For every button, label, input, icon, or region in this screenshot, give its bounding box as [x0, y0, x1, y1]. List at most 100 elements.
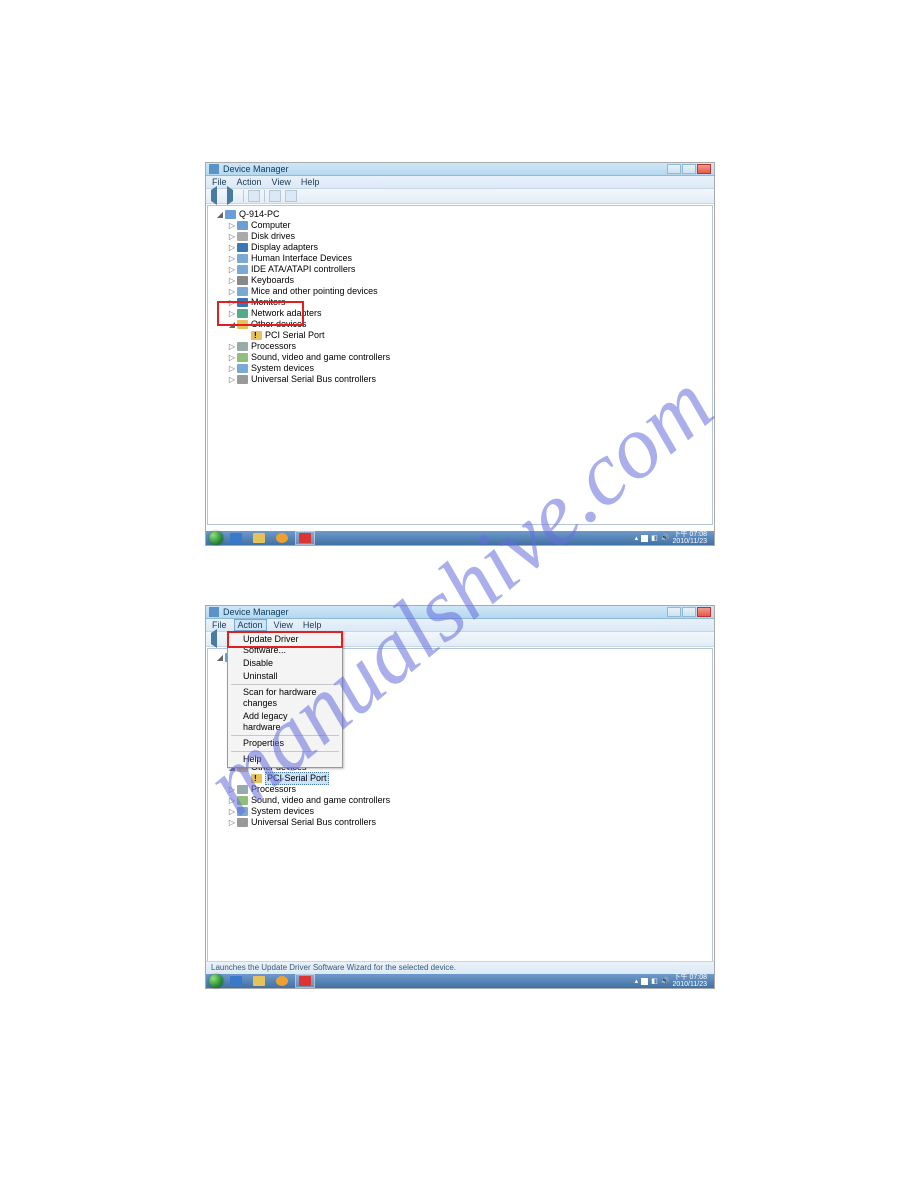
taskbar-ie-icon[interactable] [226, 974, 246, 988]
tree-item-monitors[interactable]: ▷Monitors [214, 297, 706, 308]
tree-item-keyboards[interactable]: ▷Keyboards [214, 275, 706, 286]
tree-item-system[interactable]: ▷System devices [214, 363, 706, 374]
tree-item-sound[interactable]: ▷Sound, video and game controllers [214, 352, 706, 363]
toolbar [206, 189, 714, 204]
taskbar-app-icon[interactable] [295, 974, 315, 988]
computer-icon [225, 210, 236, 219]
hid-icon [237, 254, 248, 263]
window-title: Device Manager [223, 164, 289, 174]
network-icon [237, 309, 248, 318]
tree-item-sound[interactable]: ▷Sound, video and game controllers [214, 795, 706, 806]
volume-tray-icon[interactable]: 🔊 [661, 977, 670, 985]
device-tree[interactable]: ◢Q-914-PC ▷Computer ▷Disk drives ▷Displa… [207, 205, 713, 525]
taskbar-media-icon[interactable] [272, 531, 292, 545]
processor-icon [237, 785, 248, 794]
menu-item-uninstall[interactable]: Uninstall [229, 670, 341, 683]
action-menu-dropdown: Update Driver Software... Disable Uninst… [227, 631, 343, 768]
toolbar-icon[interactable] [248, 190, 260, 202]
taskbar-explorer-icon[interactable] [249, 974, 269, 988]
menu-view[interactable]: View [272, 177, 291, 187]
tree-item-processors[interactable]: ▷Processors [214, 341, 706, 352]
menu-bar: File Action View Help [206, 176, 714, 189]
tree-item-usb[interactable]: ▷Universal Serial Bus controllers [214, 817, 706, 828]
screenshot-device-manager-2: Device Manager File Action View Help Upd… [205, 605, 715, 989]
back-button[interactable] [211, 190, 223, 202]
close-button[interactable] [697, 607, 711, 617]
network-tray-icon[interactable]: ◧ [651, 534, 658, 542]
toolbar-icon[interactable] [269, 190, 281, 202]
start-button[interactable] [209, 974, 223, 988]
action-center-icon[interactable] [641, 978, 648, 985]
usb-icon [237, 375, 248, 384]
mouse-icon [237, 287, 248, 296]
menu-separator [231, 684, 339, 685]
menu-view[interactable]: View [274, 620, 293, 630]
tray-show-hidden-icon[interactable]: ▴ [635, 977, 639, 985]
taskbar-explorer-icon[interactable] [249, 531, 269, 545]
network-tray-icon[interactable]: ◧ [651, 977, 658, 985]
maximize-button[interactable] [682, 607, 696, 617]
menu-help[interactable]: Help [301, 177, 320, 187]
back-button[interactable] [211, 633, 223, 645]
toolbar-separator [264, 190, 265, 202]
tree-item-disk[interactable]: ▷Disk drives [214, 231, 706, 242]
clock[interactable]: 下午 07:08 2010/11/23 [672, 531, 707, 545]
window-title: Device Manager [223, 607, 289, 617]
system-icon [237, 364, 248, 373]
volume-tray-icon[interactable]: 🔊 [661, 534, 670, 542]
tree-item-processors[interactable]: ▷Processors [214, 784, 706, 795]
tree-item-hid[interactable]: ▷Human Interface Devices [214, 253, 706, 264]
tree-item-other[interactable]: ◢Other devices [214, 319, 706, 330]
tree-item-pci-serial[interactable]: PCI Serial Port [214, 773, 706, 784]
menu-item-properties[interactable]: Properties [229, 737, 341, 750]
processor-icon [237, 342, 248, 351]
tree-item-computer[interactable]: ▷Computer [214, 220, 706, 231]
close-button[interactable] [697, 164, 711, 174]
system-tray[interactable]: ▴ ◧ 🔊 下午 07:08 2010/11/23 [635, 531, 711, 545]
ide-icon [237, 265, 248, 274]
sound-icon [237, 353, 248, 362]
menu-item-scan[interactable]: Scan for hardware changes [229, 686, 341, 710]
action-center-icon[interactable] [641, 535, 648, 542]
other-devices-icon [237, 320, 248, 329]
warning-icon [251, 774, 262, 783]
taskbar-ie-icon[interactable] [226, 531, 246, 545]
tray-show-hidden-icon[interactable]: ▴ [635, 534, 639, 542]
tree-item-mice[interactable]: ▷Mice and other pointing devices [214, 286, 706, 297]
computer-icon [237, 221, 248, 230]
tree-item-network[interactable]: ▷Network adapters [214, 308, 706, 319]
system-tray[interactable]: ▴ ◧ 🔊 下午 07:08 2010/11/23 [635, 974, 711, 988]
menu-item-help[interactable]: Help [229, 753, 341, 766]
status-bar: Launches the Update Driver Software Wiza… [206, 961, 714, 974]
menu-separator [231, 735, 339, 736]
start-button[interactable] [209, 531, 223, 545]
app-icon [209, 607, 219, 617]
forward-button[interactable] [227, 190, 239, 202]
maximize-button[interactable] [682, 164, 696, 174]
menu-action[interactable]: Action [237, 177, 262, 187]
screenshot-device-manager-1: Device Manager File Action View Help [205, 162, 715, 546]
taskbar-media-icon[interactable] [272, 974, 292, 988]
toolbar-icon[interactable] [285, 190, 297, 202]
tree-root[interactable]: ◢Q-914-PC [214, 209, 706, 220]
menu-action[interactable]: Action [234, 619, 267, 631]
system-icon [237, 807, 248, 816]
menu-help[interactable]: Help [303, 620, 322, 630]
tree-item-ide[interactable]: ▷IDE ATA/ATAPI controllers [214, 264, 706, 275]
tree-item-pci-serial[interactable]: PCI Serial Port [214, 330, 706, 341]
menu-item-add-legacy[interactable]: Add legacy hardware [229, 710, 341, 734]
minimize-button[interactable] [667, 607, 681, 617]
menu-item-disable[interactable]: Disable [229, 657, 341, 670]
tree-item-display[interactable]: ▷Display adapters [214, 242, 706, 253]
clock[interactable]: 下午 07:08 2010/11/23 [672, 974, 707, 988]
menu-item-update-driver[interactable]: Update Driver Software... [229, 633, 341, 657]
minimize-button[interactable] [667, 164, 681, 174]
window-titlebar: Device Manager [206, 606, 714, 619]
tree-item-system[interactable]: ▷System devices [214, 806, 706, 817]
warning-icon [251, 331, 262, 340]
tree-item-usb[interactable]: ▷Universal Serial Bus controllers [214, 374, 706, 385]
menu-separator [231, 751, 339, 752]
keyboard-icon [237, 276, 248, 285]
taskbar-app-icon[interactable] [295, 531, 315, 545]
monitor-icon [237, 298, 248, 307]
